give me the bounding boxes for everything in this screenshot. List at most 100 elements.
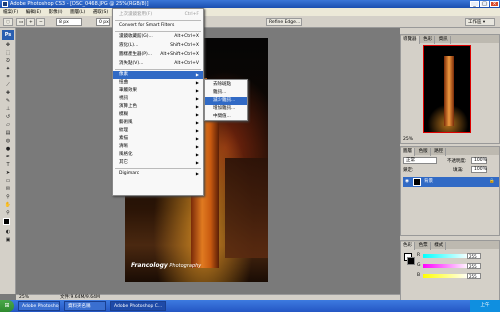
quick-mask-icon[interactable]: ◐ — [2, 229, 14, 236]
b-slider[interactable] — [423, 274, 469, 278]
panel-dock: 導覽器 色彩 資訊 25% 圖層 色版 路徑 正常 不透明度: 100% 鎖定:… — [400, 28, 500, 310]
add-selection-icon[interactable]: + — [26, 18, 35, 26]
submenu-item-median[interactable]: 中間值... — [205, 113, 247, 121]
navigator-zoom[interactable]: 25% — [403, 137, 413, 142]
fill-field[interactable]: 100% — [471, 166, 487, 173]
options-bar: ◌ ▭ + − 8 px 0 px Refine Edge... 工作區 ▾ — [0, 16, 500, 28]
marquee-tool-icon[interactable]: ⬚ — [2, 50, 14, 57]
color-swatches-icon[interactable] — [2, 218, 14, 228]
magic-wand-icon[interactable]: ✦ — [2, 66, 14, 73]
maximize-button[interactable]: □ — [480, 1, 489, 7]
blur-tool-icon[interactable]: ◍ — [2, 138, 14, 145]
layer-row-background[interactable]: ◉ 背景 🔒 — [403, 177, 499, 187]
tab-color[interactable]: 色彩 — [421, 36, 436, 44]
slice-tool-icon[interactable]: ⟋ — [2, 82, 14, 89]
shape-tool-icon[interactable]: ▭ — [2, 178, 14, 185]
pen-tool-icon[interactable]: ✒ — [2, 154, 14, 161]
visibility-eye-icon[interactable]: ◉ — [405, 177, 409, 187]
menu-item-sketch[interactable]: 素描 ▶ — [113, 135, 203, 143]
menu-item-distort[interactable]: 扭曲 ▶ — [113, 79, 203, 87]
menu-item-convert-smart-filters[interactable]: Convert for Smart Filters — [113, 22, 203, 30]
submenu-item-reduce-noise[interactable]: 減少雜訊... — [205, 97, 247, 105]
tab-navigator[interactable]: 導覽器 — [401, 36, 420, 44]
r-slider[interactable] — [423, 254, 469, 258]
menu-divider — [115, 168, 201, 169]
menu-item-video[interactable]: 視訊 ▶ — [113, 95, 203, 103]
g-value[interactable]: 255 — [467, 263, 481, 269]
lasso-tool-icon[interactable]: ᘐ — [2, 58, 14, 65]
screen-mode-icon[interactable]: ▣ — [2, 237, 14, 244]
menu-item-stylize[interactable]: 風格化 ▶ — [113, 151, 203, 159]
menu-item-brush-strokes[interactable]: 筆觸效果 ▶ — [113, 87, 203, 95]
submenu-item-dust-scratches[interactable]: 雜訊... — [205, 89, 247, 97]
clone-stamp-icon[interactable]: ⊥ — [2, 106, 14, 113]
minimize-button[interactable]: _ — [470, 1, 479, 7]
subtract-selection-icon[interactable]: − — [36, 18, 45, 26]
dodge-tool-icon[interactable]: ● — [2, 146, 14, 153]
tab-channels[interactable]: 色版 — [417, 148, 431, 156]
menu-item-texture[interactable]: 紋理 ▶ — [113, 127, 203, 135]
menu-item-sharpen[interactable]: 清晰 ▶ — [113, 143, 203, 151]
notes-tool-icon[interactable]: ✉ — [2, 186, 14, 193]
tab-info[interactable]: 資訊 — [437, 36, 451, 44]
task-button-photoshop-1[interactable]: Adobe Photoshop ... — [18, 301, 60, 311]
b-label: B — [417, 273, 421, 278]
move-tool-icon[interactable]: ✥ — [2, 42, 14, 49]
photo-watermark: Francology Photography — [131, 262, 202, 269]
submenu-arrow-icon: ▶ — [195, 136, 199, 141]
history-brush-icon[interactable]: ↺ — [2, 114, 14, 121]
menu-item-digimarc[interactable]: Digimarc ▶ — [113, 170, 203, 178]
menu-item-render[interactable]: 演算上色 ▶ — [113, 103, 203, 111]
hand-tool-icon[interactable]: ✋ — [2, 202, 14, 209]
system-tray: 上午 — [470, 300, 500, 312]
gradient-tool-icon[interactable]: ▤ — [2, 130, 14, 137]
submenu-item-despeckle[interactable]: 去除斑點 — [205, 81, 247, 89]
layer-thumbnail — [413, 178, 421, 186]
menu-item-other[interactable]: 其它 ▶ — [113, 159, 203, 167]
navigator-thumbnail[interactable] — [423, 45, 471, 133]
menu-item-last-filter[interactable]: 上次濾鏡套用(F) Ctrl+F — [113, 11, 203, 19]
fill-label: 填滿: — [453, 168, 464, 173]
workspace-button[interactable]: 工作區 ▾ — [465, 18, 495, 26]
menu-item-vanishing-point[interactable]: 消失點(V)... Alt+Ctrl+V — [113, 60, 203, 68]
menu-item-liquify[interactable]: 液化(L)... Shift+Ctrl+X — [113, 42, 203, 50]
tab-swatches[interactable]: 色票 — [417, 242, 431, 250]
zoom-tool-icon[interactable]: ⚲ — [2, 210, 14, 217]
task-button-photoshop-active[interactable]: Adobe Photoshop C... — [110, 301, 166, 311]
menu-item-blur[interactable]: 模糊 ▶ — [113, 111, 203, 119]
brush-tool-icon[interactable]: ✎ — [2, 98, 14, 105]
tab-color-panel[interactable]: 色彩 — [401, 242, 415, 250]
b-value[interactable]: 255 — [467, 273, 481, 279]
noise-submenu: 去除斑點 雜訊... 減少雜訊... 增加雜訊... 中間值... — [204, 79, 248, 121]
menu-item-filter-gallery[interactable]: 濾鏡收藏館(G)... Alt+Ctrl+X — [113, 33, 203, 41]
submenu-arrow-icon: ▶ — [195, 128, 199, 133]
crop-tool-icon[interactable]: ⌗ — [2, 74, 14, 81]
task-button-folder[interactable]: 資料夾名稱 — [64, 301, 106, 311]
type-tool-icon[interactable]: T — [2, 162, 14, 169]
app-icon — [2, 1, 8, 7]
close-button[interactable]: × — [490, 1, 499, 7]
eraser-tool-icon[interactable]: ▱ — [2, 122, 14, 129]
brush-size-field[interactable]: 8 px — [56, 18, 82, 26]
tab-styles[interactable]: 樣式 — [432, 242, 447, 250]
blend-mode-select[interactable]: 正常 — [403, 157, 437, 164]
new-selection-icon[interactable]: ▭ — [16, 18, 25, 26]
submenu-item-add-noise[interactable]: 增加雜訊... — [205, 105, 247, 113]
menu-item-artistic[interactable]: 藝術風 ▶ — [113, 119, 203, 127]
tab-paths[interactable]: 路徑 — [432, 148, 447, 156]
feather-field[interactable]: 0 px — [96, 18, 110, 26]
healing-brush-icon[interactable]: ✚ — [2, 90, 14, 97]
menu-item-pattern-maker[interactable]: 圖樣產生器(P)... Alt+Shift+Ctrl+X — [113, 51, 203, 59]
start-button[interactable]: ⊞ — [0, 300, 14, 312]
tool-preset-icon[interactable]: ◌ — [3, 18, 13, 26]
refine-edge-button[interactable]: Refine Edge... — [266, 18, 302, 26]
eyedropper-icon[interactable]: ⚲ — [2, 194, 14, 201]
g-slider[interactable] — [423, 264, 469, 268]
path-select-icon[interactable]: ➤ — [2, 170, 14, 177]
background-color-swatch[interactable] — [407, 257, 415, 265]
menu-item-noise[interactable]: 像素 ▶ — [113, 71, 203, 79]
tab-layers[interactable]: 圖層 — [401, 148, 415, 156]
r-value[interactable]: 255 — [467, 253, 481, 259]
opacity-field[interactable]: 100% — [471, 157, 487, 164]
submenu-arrow-icon: ▶ — [195, 152, 199, 157]
